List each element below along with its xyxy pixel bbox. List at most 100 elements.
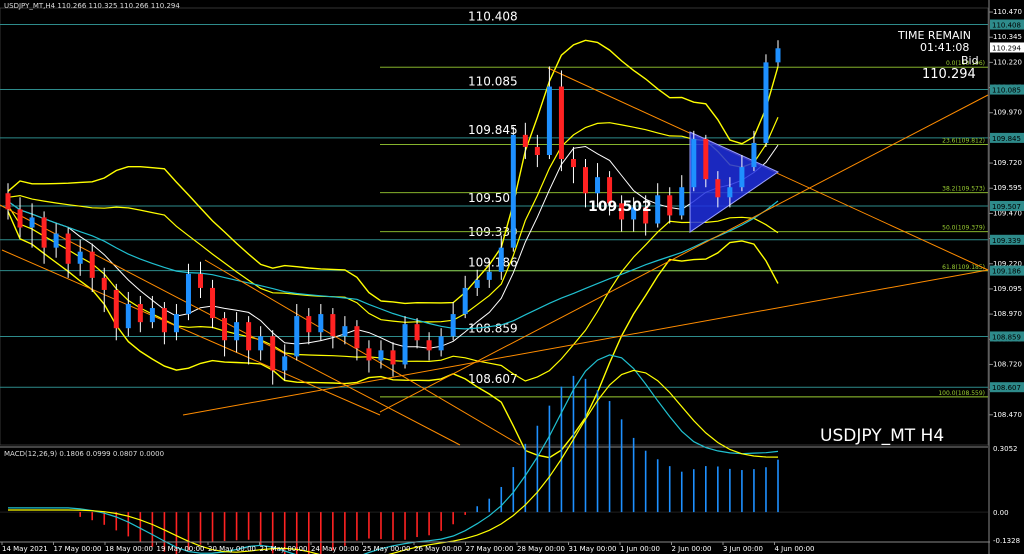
level-label: 110.408 <box>468 10 518 24</box>
time-tick-label: 14 May 2021 <box>2 545 48 553</box>
bull-candle <box>655 195 661 224</box>
bear-candle <box>414 324 420 341</box>
price-tick-label: 110.470 <box>993 8 1022 16</box>
level-tag: 109.186 <box>992 268 1021 276</box>
bull-candle <box>125 304 131 329</box>
level-label: 109.845 <box>468 123 518 137</box>
macd-tick-label: 0.3052 <box>993 445 1018 453</box>
price-tick-label: 110.345 <box>993 33 1022 41</box>
level-tag: 108.859 <box>992 333 1021 341</box>
price-chart[interactable]: 110.408 110.085 109.845 109.507 109.339 109.1… <box>0 0 1024 554</box>
bear-candle <box>715 179 721 198</box>
bear-candle <box>41 217 47 248</box>
bull-candle <box>775 48 781 63</box>
bear-candle <box>161 308 167 333</box>
price-tick-label: 109.595 <box>993 184 1022 192</box>
bear-candle <box>137 304 143 323</box>
bull-candle <box>546 86 552 156</box>
bear-candle <box>570 159 576 168</box>
time-tick-label: 28 May 00:00 <box>517 545 565 553</box>
bear-candle <box>210 287 216 319</box>
bear-candle <box>390 350 396 365</box>
bear-candle <box>426 340 432 351</box>
bull-candle <box>474 279 480 288</box>
bull-candle <box>739 167 745 188</box>
time-tick-label: 31 May 00:00 <box>569 545 617 553</box>
bull-candle <box>691 138 697 188</box>
bull-candle <box>510 134 516 248</box>
bull-candle <box>486 271 492 280</box>
bear-candle <box>101 277 107 290</box>
price-tick-label: 108.970 <box>993 310 1022 318</box>
time-tick-label: 21 May 00:00 <box>260 545 308 553</box>
bear-candle <box>330 314 336 337</box>
bull-candle <box>378 350 384 361</box>
time-tick-label: 27 May 00:00 <box>466 545 514 553</box>
macd-label: MACD(12,26,9) 0.1806 0.0999 0.0807 0.000… <box>4 450 165 458</box>
price-tick-label: 108.470 <box>993 411 1022 419</box>
time-tick-label: 1 Jun 00:00 <box>620 545 660 553</box>
bull-candle <box>149 308 155 323</box>
bear-candle <box>306 316 312 333</box>
bull-candle <box>751 142 757 168</box>
bull-candle <box>282 356 288 371</box>
bid-value: 110.294 <box>922 67 976 82</box>
price-tick-label: 109.095 <box>993 285 1022 293</box>
bid-label: Bid <box>961 54 979 67</box>
level-label: 110.085 <box>468 75 518 89</box>
time-tick-label: 3 Jun 00:00 <box>723 545 763 553</box>
bear-candle <box>366 348 372 361</box>
bear-candle <box>222 318 228 341</box>
bear-candle <box>5 193 11 210</box>
bull-candle <box>234 322 240 341</box>
bear-candle <box>667 195 673 216</box>
bear-candle <box>65 233 71 264</box>
price-tick-label: 109.720 <box>993 159 1022 167</box>
bear-candle <box>113 289 119 329</box>
current-price-tag: 110.294 <box>992 44 1021 52</box>
macd-tick-label: -0.1328 <box>993 537 1020 545</box>
time-tick-label: 18 May 00:00 <box>105 545 153 553</box>
bear-candle <box>246 322 252 351</box>
time-tick-label: 24 May 00:00 <box>311 545 359 553</box>
level-tag: 108.607 <box>992 384 1021 392</box>
time-tick-label: 20 May 00:00 <box>208 545 256 553</box>
level-label: 108.607 <box>468 372 518 386</box>
price-annotation: 109.502 <box>588 199 652 215</box>
time-remain-label: TIME REMAIN <box>898 29 971 42</box>
bull-candle <box>498 247 504 272</box>
bull-candle <box>727 187 733 198</box>
fib-label: 23.6(109.812) <box>942 138 985 145</box>
fib-label: 100.0(108.559) <box>938 390 985 397</box>
time-tick-label: 17 May 00:00 <box>54 545 102 553</box>
bull-candle <box>318 314 324 333</box>
bull-candle <box>462 287 468 315</box>
bull-candle <box>679 187 685 216</box>
time-remain-value: 01:41:08 <box>920 41 970 54</box>
bear-candle <box>354 326 360 349</box>
bull-candle <box>77 251 83 264</box>
bull-candle <box>402 324 408 365</box>
bull-candle <box>342 326 348 337</box>
level-tag: 109.507 <box>992 203 1021 211</box>
time-tick-label: 25 May 00:00 <box>363 545 411 553</box>
price-tick-label: 108.720 <box>993 360 1022 368</box>
level-tag: 109.845 <box>992 135 1021 143</box>
bull-candle <box>185 273 191 315</box>
time-tick-label: 26 May 00:00 <box>414 545 462 553</box>
time-tick-label: 2 Jun 00:00 <box>672 545 712 553</box>
bull-candle <box>258 336 264 351</box>
bull-candle <box>450 314 456 337</box>
bull-candle <box>294 316 300 357</box>
level-tag: 110.408 <box>992 22 1021 30</box>
bear-candle <box>89 251 95 278</box>
bear-candle <box>534 146 540 156</box>
bear-candle <box>703 138 709 180</box>
bear-candle <box>583 167 588 194</box>
bull-candle <box>173 314 179 333</box>
bull-candle <box>29 217 35 228</box>
bear-candle <box>17 209 23 228</box>
bull-candle <box>595 177 601 194</box>
fib-label: 61.8(109.185) <box>942 264 985 271</box>
time-tick-label: 4 Jun 00:00 <box>775 545 815 553</box>
